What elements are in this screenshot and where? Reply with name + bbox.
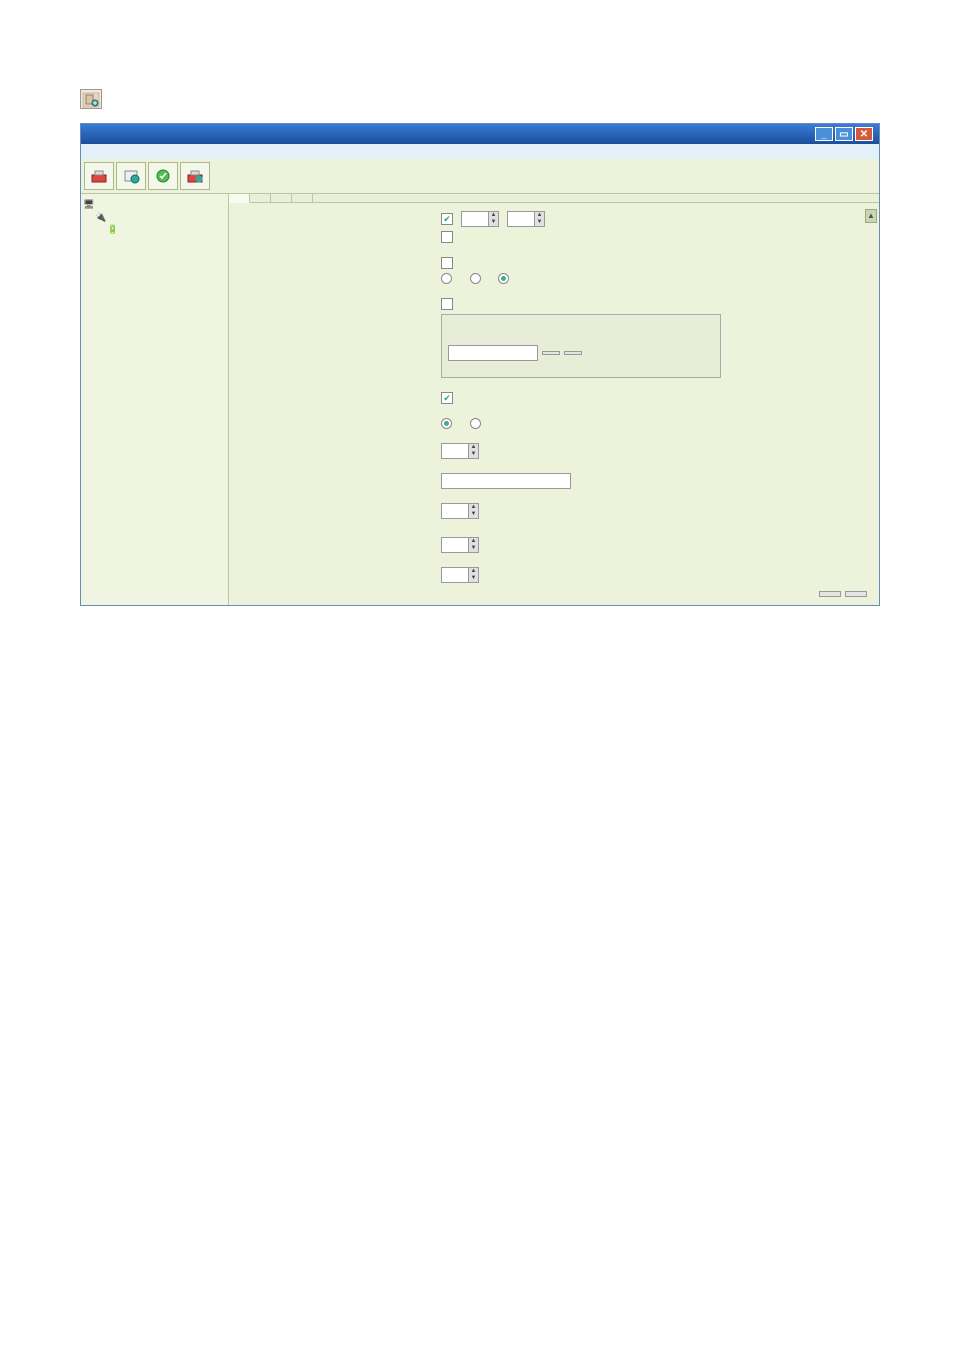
- step-1-line: [80, 84, 874, 113]
- checkbox-allow-ips[interactable]: [441, 298, 453, 310]
- label-file-exec: [241, 473, 441, 493]
- tree-child[interactable]: 🔌: [83, 211, 226, 223]
- input-popup[interactable]: [442, 538, 468, 552]
- label-wait-time: [241, 443, 441, 463]
- plug-icon: 🔌: [95, 212, 106, 223]
- input-warn[interactable]: [442, 568, 468, 582]
- input-max-exec[interactable]: [442, 504, 468, 518]
- spinner-warn[interactable]: ▲▼: [441, 567, 479, 583]
- input-wait[interactable]: [442, 444, 468, 458]
- toolbar: [81, 159, 879, 194]
- label-system-should: [241, 418, 441, 433]
- ip-input[interactable]: [448, 345, 538, 361]
- ups-icon: 🔋: [107, 224, 118, 235]
- input-sec[interactable]: [508, 212, 534, 226]
- scroll-up-icon[interactable]: ▲: [865, 209, 877, 223]
- label-remote-shutdown: [241, 298, 441, 382]
- spinner-min[interactable]: ▲▼: [461, 211, 499, 227]
- spinner-sec[interactable]: ▲▼: [507, 211, 545, 227]
- tab-parameters[interactable]: [271, 194, 292, 202]
- window-buttons: _ ▭ ✕: [815, 127, 873, 141]
- ip-listbox: [441, 314, 721, 378]
- default-button[interactable]: [845, 591, 867, 597]
- toolbar-icon-4[interactable]: [180, 162, 210, 190]
- spinner-wait[interactable]: ▲▼: [441, 443, 479, 459]
- tree-panel: 🖥 🔌 🔋: [81, 194, 229, 605]
- spinner-max-exec[interactable]: ▲▼: [441, 503, 479, 519]
- minimize-button[interactable]: _: [815, 127, 833, 141]
- label-warn-every: [241, 567, 441, 587]
- toolbar-icon-2[interactable]: [116, 162, 146, 190]
- add-button[interactable]: [542, 351, 560, 355]
- radio-still-on[interactable]: [498, 273, 509, 284]
- maximize-button[interactable]: ▭: [835, 127, 853, 141]
- form-area: ▲ ▲▼ ▲▼: [229, 203, 879, 605]
- radio-immediately[interactable]: [470, 273, 481, 284]
- shortcut-icon: [80, 89, 102, 109]
- label-ups-battery: [241, 211, 441, 247]
- checkbox-trigger-sleep[interactable]: [441, 392, 453, 404]
- app-window: _ ▭ ✕ 🖥 🔌 🔋: [80, 123, 880, 606]
- tabs: [229, 194, 879, 203]
- spinner-popup[interactable]: ▲▼: [441, 537, 479, 553]
- label-battery-low: [241, 257, 441, 288]
- tab-remote-shutdown[interactable]: [250, 194, 271, 202]
- apply-button[interactable]: [819, 591, 841, 597]
- close-button[interactable]: ✕: [855, 127, 873, 141]
- radio-based-model[interactable]: [441, 273, 452, 284]
- computer-icon: 🖥: [83, 199, 94, 210]
- menubar: [81, 144, 879, 159]
- radio-shutdown[interactable]: [441, 418, 452, 429]
- tree-grandchild[interactable]: 🔋: [83, 223, 226, 235]
- label-max-exec: [241, 503, 441, 527]
- input-min[interactable]: [462, 212, 488, 226]
- label-scheduled: [241, 392, 441, 408]
- checkbox-also-shutdown-ups[interactable]: [441, 231, 453, 243]
- tree-root[interactable]: 🖥: [83, 198, 226, 211]
- user-info: [859, 159, 879, 193]
- delete-button[interactable]: [564, 351, 582, 355]
- checkbox-shutdown-after[interactable]: [441, 213, 453, 225]
- toolbar-icon-1[interactable]: [84, 162, 114, 190]
- tab-local-shutdown[interactable]: [229, 194, 250, 203]
- label-popup: [241, 537, 441, 557]
- titlebar: _ ▭ ✕: [81, 124, 879, 144]
- input-file-path[interactable]: [441, 473, 571, 489]
- toolbar-icon-3[interactable]: [148, 162, 178, 190]
- checkbox-shutdown-immediately[interactable]: [441, 257, 453, 269]
- tab-purchase[interactable]: [292, 194, 313, 202]
- radio-sleep[interactable]: [470, 418, 481, 429]
